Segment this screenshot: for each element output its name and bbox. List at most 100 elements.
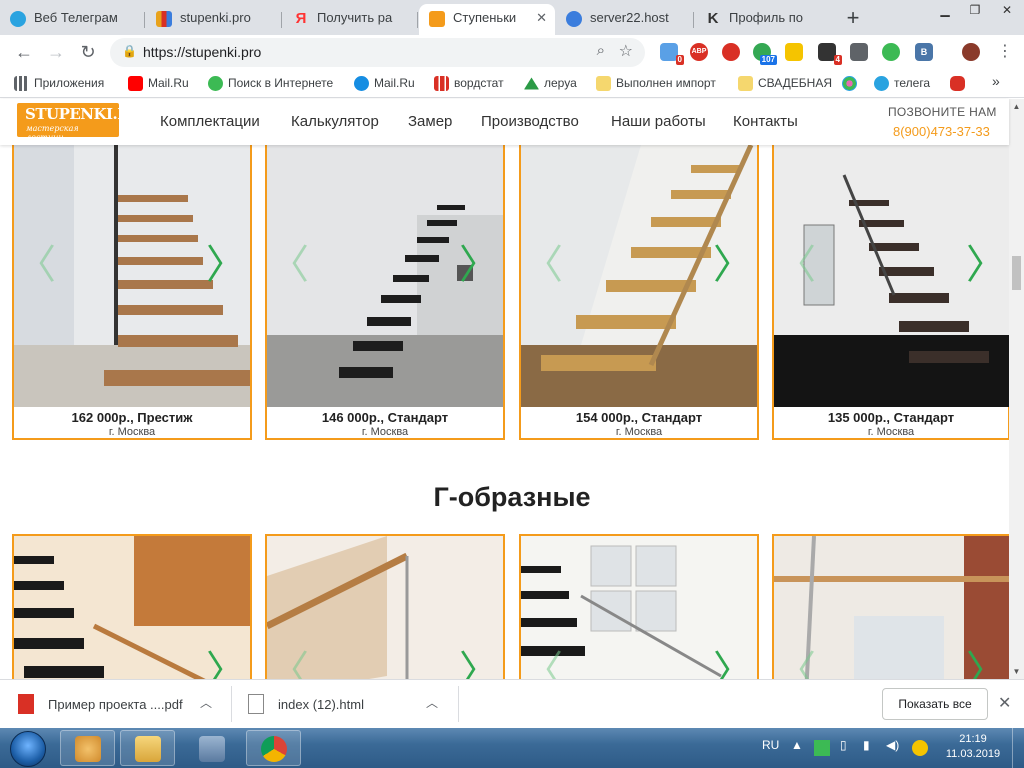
- nav-calculator[interactable]: Калькулятор: [291, 113, 379, 130]
- camera-icon[interactable]: [850, 43, 868, 61]
- prev-arrow-icon[interactable]: 〈: [269, 651, 309, 679]
- minimize-icon[interactable]: ▁: [930, 0, 960, 22]
- vk-icon[interactable]: B: [915, 43, 933, 61]
- nav-zamer[interactable]: Замер: [408, 113, 452, 130]
- taskbar-paint[interactable]: [60, 730, 115, 766]
- tab-profile[interactable]: K Профиль по: [695, 4, 831, 35]
- show-desktop-button[interactable]: [1012, 728, 1024, 768]
- pen-icon[interactable]: [962, 43, 980, 61]
- signal-icon[interactable]: ▮: [863, 738, 870, 752]
- prev-arrow-icon[interactable]: 〈: [523, 245, 563, 285]
- next-arrow-icon[interactable]: 〉: [966, 651, 1006, 679]
- bookmark-telega[interactable]: телега: [874, 76, 930, 91]
- close-icon[interactable]: ✕: [998, 693, 1011, 713]
- scroll-down-icon[interactable]: ▼: [1009, 664, 1024, 679]
- next-arrow-icon[interactable]: 〉: [459, 245, 499, 285]
- adblock-icon[interactable]: ABP: [690, 43, 708, 61]
- bookmark-leroy[interactable]: леруа: [524, 76, 577, 90]
- taskbar-chrome[interactable]: [246, 730, 301, 766]
- taskbar-calculator[interactable]: [184, 730, 239, 766]
- address-bar[interactable]: 🔒 https://stupenki.pro ⌕ ☆: [110, 38, 645, 67]
- nav-komplektacii[interactable]: Комплектации: [160, 113, 260, 130]
- green-ext-icon[interactable]: [882, 43, 900, 61]
- nav-production[interactable]: Производство: [481, 113, 579, 130]
- bookmark-mailru-youtube[interactable]: Mail.Ru: [128, 76, 189, 91]
- start-button[interactable]: [2, 729, 54, 767]
- ke-icon: [208, 76, 223, 91]
- logo-subtitle: мастерская лестниц: [26, 124, 79, 142]
- bookmark-folder-import[interactable]: Выполнен импорт: [596, 76, 716, 91]
- tab-stupenki-analytics[interactable]: stupenki.pro: [146, 4, 282, 35]
- prev-arrow-icon[interactable]: 〈: [523, 651, 563, 679]
- next-arrow-icon[interactable]: 〉: [206, 245, 246, 285]
- zoom-icon[interactable]: ⌕: [597, 42, 605, 59]
- bookmark-star-icon[interactable]: ☆: [619, 41, 633, 61]
- close-tab-icon[interactable]: ✕: [536, 4, 547, 32]
- show-all-button[interactable]: Показать все: [882, 688, 988, 720]
- bookmark-apps[interactable]: Приложения: [14, 76, 104, 91]
- page-scrollbar[interactable]: ▲ ▼: [1009, 99, 1024, 679]
- scroll-up-icon[interactable]: ▲: [1009, 99, 1024, 114]
- tab-stupenki-active[interactable]: Ступеньки ✕: [419, 4, 555, 35]
- next-arrow-icon[interactable]: 〉: [206, 651, 246, 679]
- tray-arrow-icon[interactable]: ▲: [791, 738, 803, 752]
- prev-arrow-icon[interactable]: 〈: [16, 245, 56, 285]
- bookmark-folder-wedding[interactable]: СВАДЕБНАЯ: [738, 76, 832, 91]
- product-card[interactable]: 〈 〉 154 000р., Стандарт г. Москва: [519, 145, 759, 440]
- cloud-ext-icon[interactable]: 0: [660, 43, 684, 65]
- next-arrow-icon[interactable]: 〉: [459, 651, 499, 679]
- price-label: 146 000р., Стандарт: [321, 410, 449, 425]
- product-card[interactable]: 〈 〉: [519, 534, 759, 679]
- url-text[interactable]: https://stupenki.pro: [143, 44, 261, 60]
- prev-arrow-icon[interactable]: 〈: [776, 651, 816, 679]
- chevron-up-icon[interactable]: ︿: [426, 694, 438, 711]
- prev-arrow-icon[interactable]: 〈: [776, 245, 816, 285]
- menu-icon[interactable]: ⋮: [993, 41, 1017, 65]
- forward-icon[interactable]: →: [44, 41, 68, 65]
- chevron-up-icon[interactable]: ︿: [200, 694, 212, 711]
- language-indicator[interactable]: RU: [762, 738, 779, 752]
- download-item-html[interactable]: index (12).html ︿: [248, 688, 448, 722]
- tab-yandex[interactable]: Я Получить ра: [283, 4, 418, 35]
- next-arrow-icon[interactable]: 〉: [713, 651, 753, 679]
- bookmark-search[interactable]: Поиск в Интернете: [208, 76, 333, 91]
- product-card[interactable]: 〉: [12, 534, 252, 679]
- product-card[interactable]: 〈 〉 162 000р., Престиж г. Москва: [12, 145, 252, 440]
- tray-weather-icon[interactable]: [912, 740, 928, 756]
- next-arrow-icon[interactable]: 〉: [966, 245, 1006, 285]
- taskbar-explorer[interactable]: [120, 730, 175, 766]
- tray-app-icon[interactable]: [814, 740, 830, 756]
- scroll-thumb[interactable]: [1012, 256, 1021, 290]
- new-tab-button[interactable]: +: [840, 6, 866, 32]
- clock[interactable]: 21:19 11.03.2019: [945, 732, 1001, 762]
- site-logo[interactable]: STUPENKI.PRO мастерская лестниц: [17, 103, 153, 142]
- tab-server[interactable]: server22.host: [556, 4, 694, 35]
- reload-icon[interactable]: ↻: [76, 41, 100, 65]
- window-close-icon[interactable]: ✕: [990, 0, 1024, 22]
- tray-device-icon[interactable]: ▯: [840, 738, 847, 752]
- counter-ext-icon[interactable]: 107: [753, 43, 777, 65]
- back-icon[interactable]: ←: [12, 41, 36, 65]
- prev-arrow-icon[interactable]: 〈: [269, 245, 309, 285]
- product-card[interactable]: 〈 〉 135 000р., Стандарт г. Москва: [772, 145, 1009, 440]
- mail-tray-icon[interactable]: [933, 43, 951, 61]
- more-bookmarks-icon[interactable]: »: [992, 73, 1000, 89]
- product-card[interactable]: 〈 〉 146 000р., Стандарт г. Москва: [265, 145, 505, 440]
- file-icon: [248, 694, 264, 714]
- tab-telegram[interactable]: Веб Телеграм: [0, 4, 145, 35]
- restore-icon[interactable]: ❐: [960, 0, 990, 22]
- phone-link[interactable]: 8(900)473-37-33: [893, 124, 990, 139]
- download-item-pdf[interactable]: Пример проекта ....pdf ︿: [18, 688, 218, 722]
- stop-icon[interactable]: [722, 43, 740, 61]
- yandex-ext-icon[interactable]: [785, 43, 803, 61]
- nav-contacts[interactable]: Контакты: [733, 113, 798, 130]
- volume-icon[interactable]: ◀): [886, 738, 899, 752]
- bookmark-mailru[interactable]: Mail.Ru: [354, 76, 415, 91]
- nav-our-works[interactable]: Наши работы: [611, 113, 706, 130]
- bookmark-wordstat[interactable]: вордстат: [434, 76, 504, 91]
- product-card[interactable]: 〈 〉: [265, 534, 505, 679]
- mail-ext-icon[interactable]: 4: [818, 43, 842, 65]
- product-card[interactable]: 〈 〉: [772, 534, 1009, 679]
- next-arrow-icon[interactable]: 〉: [713, 245, 753, 285]
- bars-icon: [434, 76, 449, 91]
